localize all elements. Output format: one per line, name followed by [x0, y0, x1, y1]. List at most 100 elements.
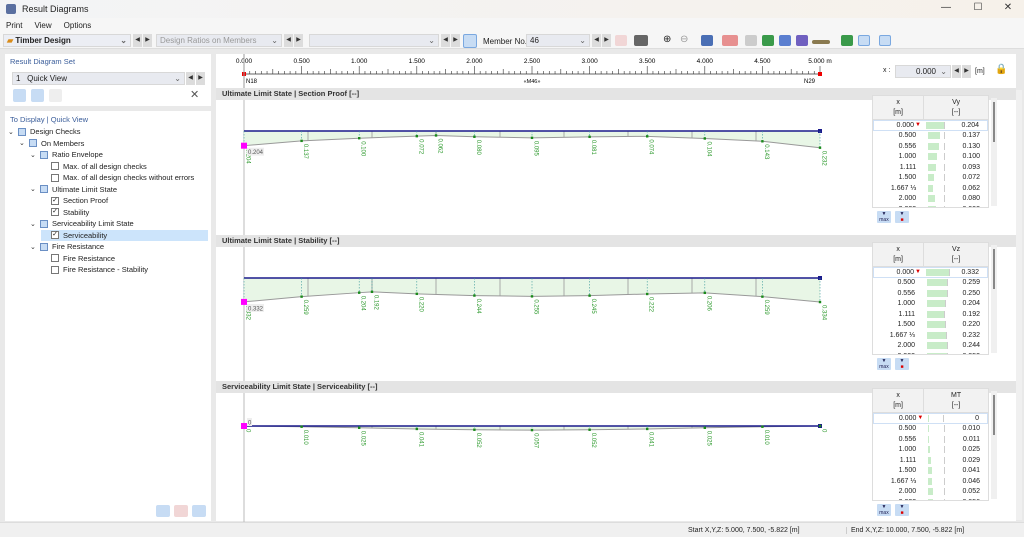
filter-marker-button[interactable]: ▼ ■ [895, 358, 909, 370]
close-button[interactable]: ✕ [994, 2, 1022, 16]
chevron-down-icon[interactable]: ⌄ [30, 243, 40, 251]
loading-dropdown[interactable]: ⌄ [309, 34, 439, 47]
minimize-button[interactable]: — [932, 2, 960, 16]
checkbox[interactable]: ✓ [51, 231, 59, 239]
table-row[interactable]: 2.000 0.052 [873, 487, 988, 498]
tree-item[interactable]: ⌄ Serviceability Limit State [30, 218, 134, 229]
filter-max-button[interactable]: ▼ max [877, 211, 891, 223]
uncheck-all-icon[interactable] [174, 505, 188, 517]
deselect-icon[interactable] [615, 35, 627, 46]
checkbox[interactable] [40, 185, 48, 193]
checkbox[interactable] [40, 150, 48, 159]
result-type-dropdown[interactable]: Design Ratios on Members ⌄ [156, 34, 282, 47]
table-row[interactable]: 1.500 0.220 [873, 320, 988, 331]
zoom-in-icon[interactable]: ⊕ [663, 35, 675, 46]
display-icon[interactable] [701, 35, 713, 46]
chevron-down-icon[interactable]: ⌄ [8, 128, 18, 136]
table-row[interactable]: 0.556 0.011 [873, 434, 988, 445]
table-row[interactable]: 1.000 0.025 [873, 445, 988, 456]
tree-item[interactable]: Fire Resistance [41, 253, 115, 264]
table-row[interactable]: 1.667 ⅓ 0.046 [873, 476, 988, 487]
table-row[interactable]: 1.667 ⅓ 0.062 [873, 183, 988, 194]
member-dropdown[interactable]: 46 ⌄ [526, 34, 590, 47]
tree-item[interactable]: ⌄ Ultimate Limit State [30, 184, 117, 195]
check-all-icon[interactable] [156, 505, 170, 517]
checkbox[interactable] [51, 173, 59, 182]
table-row[interactable]: 0.500 0.137 [873, 131, 988, 142]
table-row[interactable]: 0.556 0.130 [873, 141, 988, 152]
prev-button[interactable]: ◀ [441, 34, 450, 47]
tree-item[interactable]: ⌄ Fire Resistance [30, 241, 104, 252]
toggle-icon[interactable] [192, 505, 206, 517]
checkbox[interactable]: ✓ [51, 196, 59, 205]
rotate-icon[interactable] [779, 35, 791, 46]
table-row[interactable]: 1.111 0.192 [873, 309, 988, 320]
next-button[interactable]: ▶ [451, 34, 460, 47]
menu-view[interactable]: View [34, 21, 51, 30]
table-scrollbar[interactable] [991, 98, 997, 206]
tree-item[interactable]: ✓ Section Proof [41, 195, 108, 206]
checkbox[interactable] [51, 254, 59, 262]
menu-print[interactable]: Print [6, 21, 22, 30]
table-row[interactable]: 0.000 ▼ 0.332 [873, 267, 988, 278]
new-set-icon[interactable] [13, 89, 26, 102]
diagram-options-icon[interactable] [722, 35, 738, 46]
edit-set-icon[interactable] [49, 89, 62, 102]
checkbox[interactable] [40, 219, 48, 228]
prev-button[interactable]: ◀ [133, 34, 142, 47]
table-row[interactable]: 2.000 0.080 [873, 194, 988, 205]
main-scrollbar[interactable] [1016, 90, 1022, 520]
checkbox[interactable] [18, 127, 26, 136]
nodes-icon[interactable] [796, 35, 808, 46]
table-row[interactable]: 2.000 0.244 [873, 341, 988, 352]
table-row[interactable]: 0.500 0.259 [873, 278, 988, 289]
next-button[interactable]: ▶ [196, 72, 205, 85]
next-button[interactable]: ▶ [962, 65, 971, 78]
next-button[interactable]: ▶ [602, 34, 611, 47]
table-scrollbar[interactable] [991, 245, 997, 353]
diagram-set-dropdown[interactable]: 1 Quick View ⌄ [12, 72, 185, 85]
prev-button[interactable]: ◀ [952, 65, 961, 78]
table-row[interactable]: 0.556 0.250 [873, 288, 988, 299]
next-button[interactable]: ▶ [294, 34, 303, 47]
zoom-out-icon[interactable]: ⊖ [680, 35, 692, 46]
table-row[interactable]: 1.111 0.093 [873, 162, 988, 173]
table-row[interactable]: 1.500 0.072 [873, 173, 988, 184]
chevron-down-icon[interactable]: ⌄ [19, 139, 29, 147]
tree-item[interactable]: ✓ Stability [41, 207, 89, 218]
checkbox[interactable] [51, 265, 59, 274]
table-row[interactable]: 1.000 0.100 [873, 152, 988, 163]
checkbox[interactable] [51, 162, 59, 170]
print-icon[interactable] [634, 35, 648, 46]
table-row[interactable]: 0.000 ▼ 0 [873, 413, 988, 424]
tree-item[interactable]: ⌄ On Members [19, 138, 84, 149]
module-dropdown[interactable]: ▰ Timber Design ⌄ [3, 34, 131, 47]
x-position-input[interactable]: 0.000 ⌄ [895, 65, 951, 78]
tree-item[interactable]: Max. of all design checks [41, 161, 147, 172]
table-row[interactable]: 2.222 0.252 [873, 351, 988, 354]
checkbox[interactable] [40, 242, 48, 251]
tree-item[interactable]: Fire Resistance - Stability [41, 264, 148, 275]
table-row[interactable]: 1.500 0.041 [873, 466, 988, 477]
table-row[interactable]: 2.222 0.093 [873, 204, 988, 207]
table-row[interactable]: 2.222 0.056 [873, 497, 988, 500]
next-button[interactable]: ▶ [143, 34, 152, 47]
lock-icon[interactable]: 🔒 [995, 64, 1007, 75]
prev-button[interactable]: ◀ [186, 72, 195, 85]
table-row[interactable]: 1.000 0.204 [873, 299, 988, 310]
filter-marker-button[interactable]: ▼ ■ [895, 211, 909, 223]
table-row[interactable]: 1.667 ⅓ 0.232 [873, 330, 988, 341]
tree-item[interactable]: ⌄ Ratio Envelope [30, 149, 103, 160]
filter-icon[interactable] [745, 35, 757, 46]
maximize-button[interactable]: ☐ [964, 2, 992, 16]
checkbox[interactable]: ✓ [51, 208, 59, 216]
filter-max-button[interactable]: ▼ max [877, 358, 891, 370]
filter-marker-button[interactable]: ▼ ■ [895, 504, 909, 516]
chevron-down-icon[interactable]: ⌄ [30, 220, 40, 228]
delete-icon[interactable]: ✕ [190, 88, 199, 101]
layout-icon[interactable] [879, 35, 891, 46]
model-active-icon[interactable] [858, 35, 870, 46]
chevron-down-icon[interactable]: ⌄ [30, 151, 40, 159]
menu-options[interactable]: Options [64, 21, 92, 30]
tree-item[interactable]: ✓ Serviceability [41, 229, 208, 241]
